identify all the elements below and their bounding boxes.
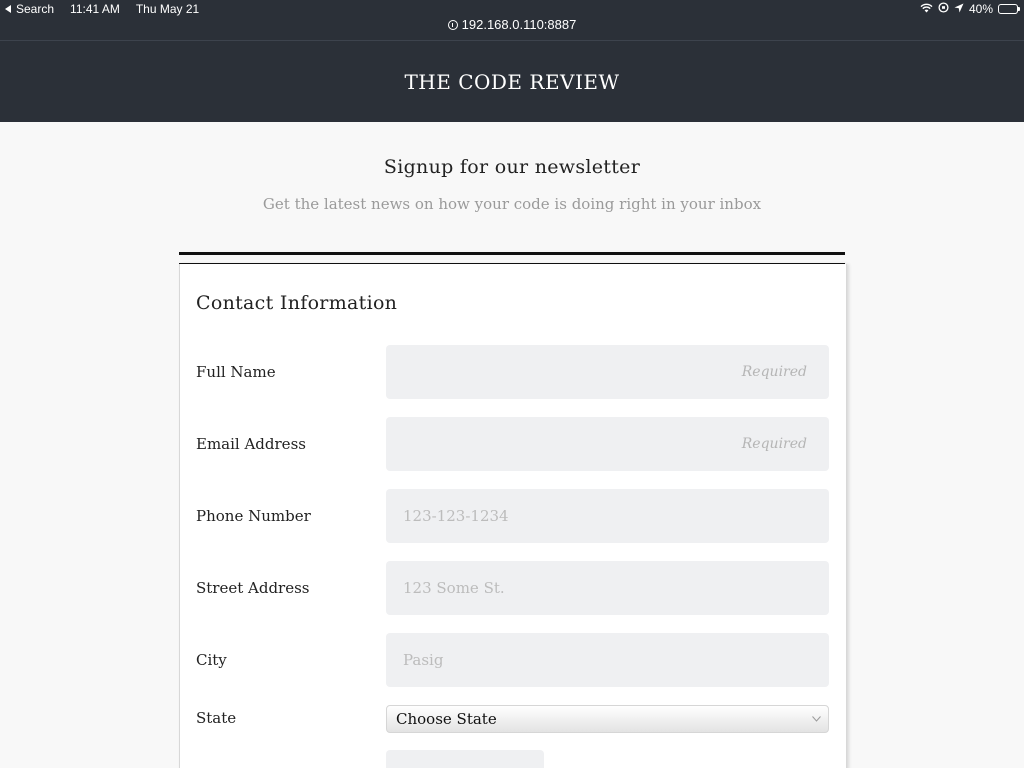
url-text: 192.168.0.110:8887 — [461, 17, 577, 32]
email-input[interactable] — [386, 417, 829, 471]
card-top-divider — [179, 252, 845, 264]
back-arrow-icon[interactable] — [5, 5, 11, 13]
status-bar: Search 11:41 AM Thu May 21 40% 192.168.0… — [0, 0, 1024, 40]
phone-label: Phone Number — [196, 507, 311, 525]
state-label: State — [196, 709, 237, 727]
state-select[interactable]: Choose State — [386, 705, 829, 733]
status-left: Search 11:41 AM Thu May 21 — [5, 2, 199, 16]
battery-percent: 40% — [968, 2, 993, 16]
street-label: Street Address — [196, 579, 310, 597]
battery-icon — [998, 4, 1020, 14]
city-label: City — [196, 651, 227, 669]
chevron-down-icon — [808, 710, 824, 728]
contact-form-card: Contact Information Full Name Email Addr… — [179, 264, 847, 768]
newsletter-heading: Signup for our newsletter — [383, 156, 641, 178]
full-name-input[interactable] — [386, 345, 829, 399]
site-title: THE CODE REVIEW — [404, 69, 620, 94]
status-date: Thu May 21 — [135, 2, 200, 16]
zip-input[interactable] — [386, 750, 544, 768]
section-title: Contact Information — [196, 292, 398, 314]
address-bar[interactable]: 192.168.0.110:8887 — [0, 17, 1024, 32]
orientation-lock-icon — [938, 2, 949, 16]
city-input[interactable] — [386, 633, 829, 687]
info-icon — [447, 19, 458, 30]
full-name-label: Full Name — [196, 363, 276, 381]
phone-input[interactable] — [386, 489, 829, 543]
wifi-icon — [920, 2, 933, 16]
status-time: 11:41 AM — [70, 2, 120, 16]
status-right: 40% — [920, 2, 1020, 16]
street-input[interactable] — [386, 561, 829, 615]
state-selected-value: Choose State — [396, 710, 497, 728]
newsletter-subheading: Get the latest news on how your code is … — [262, 195, 762, 213]
site-header: THE CODE REVIEW — [0, 40, 1024, 122]
email-label: Email Address — [196, 435, 306, 453]
back-to-search-link[interactable]: Search — [16, 2, 54, 16]
location-icon — [954, 2, 964, 16]
